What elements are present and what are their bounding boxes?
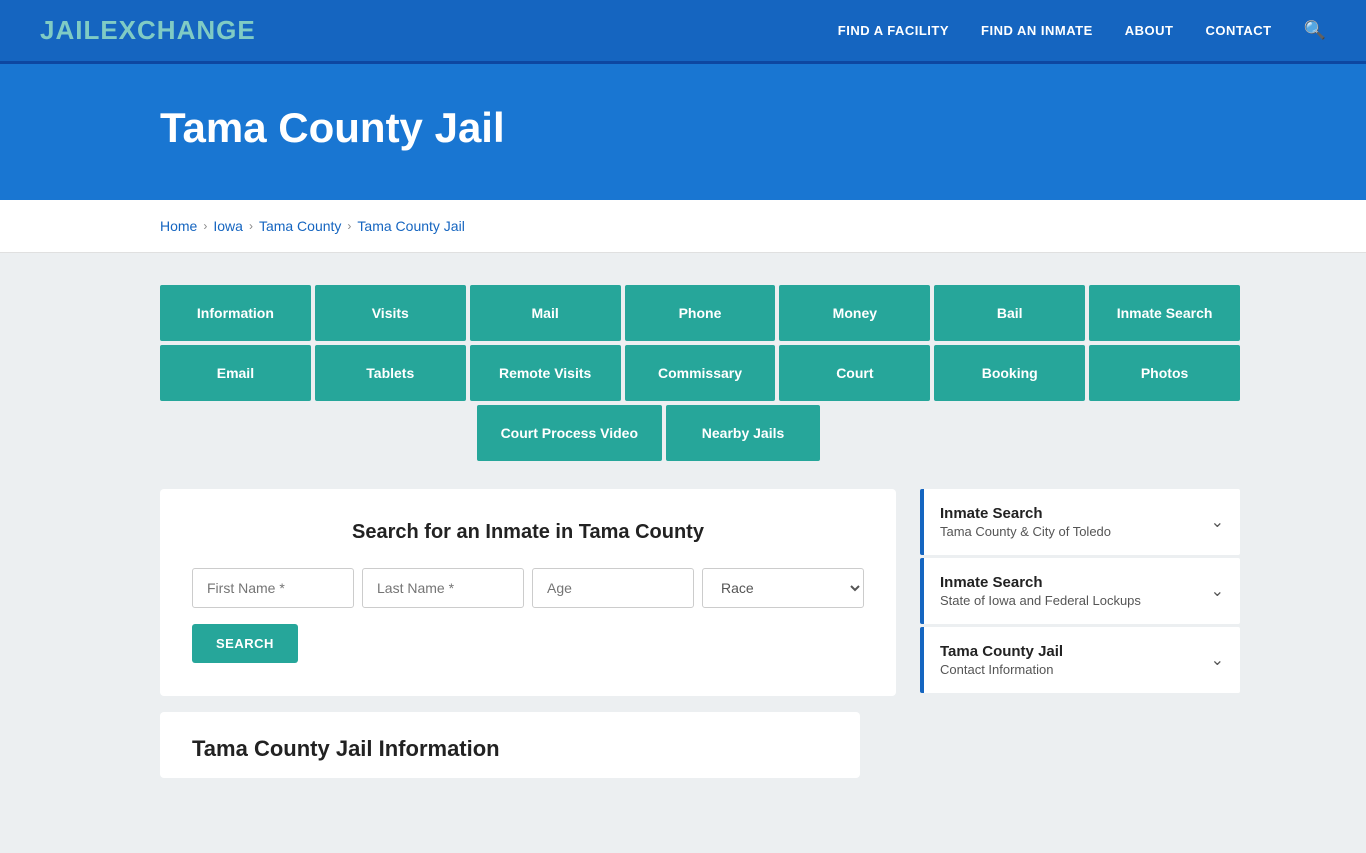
btn-nearby-jails[interactable]: Nearby Jails bbox=[666, 405, 820, 461]
bottom-section-title: Tama County Jail Information bbox=[192, 736, 828, 762]
page-title: Tama County Jail bbox=[160, 104, 1326, 152]
chevron-down-icon-2: ⌄ bbox=[1211, 581, 1224, 601]
button-grid-row2: Email Tablets Remote Visits Commissary C… bbox=[160, 345, 1240, 401]
sidebar-inmate-search-tama[interactable]: Inmate Search Tama County & City of Tole… bbox=[920, 489, 1240, 555]
sidebar-sub-3: Contact Information bbox=[940, 662, 1063, 677]
breadcrumb-tama-county[interactable]: Tama County bbox=[259, 218, 341, 234]
btn-booking[interactable]: Booking bbox=[934, 345, 1085, 401]
nav-find-inmate[interactable]: FIND AN INMATE bbox=[981, 23, 1093, 38]
chevron-icon-2: › bbox=[249, 219, 253, 233]
sidebar-title-3: Tama County Jail bbox=[940, 643, 1063, 660]
nav-contact[interactable]: CONTACT bbox=[1205, 23, 1271, 38]
btn-information[interactable]: Information bbox=[160, 285, 311, 341]
header: JAILEXCHANGE FIND A FACILITY FIND AN INM… bbox=[0, 0, 1366, 64]
hero-section: Tama County Jail bbox=[0, 64, 1366, 200]
chevron-icon-3: › bbox=[347, 219, 351, 233]
button-grid-row1: Information Visits Mail Phone Money Bail… bbox=[160, 285, 1240, 341]
btn-court[interactable]: Court bbox=[779, 345, 930, 401]
btn-mail[interactable]: Mail bbox=[470, 285, 621, 341]
breadcrumb-tama-county-jail[interactable]: Tama County Jail bbox=[357, 218, 464, 234]
nav-find-facility[interactable]: FIND A FACILITY bbox=[838, 23, 949, 38]
first-name-input[interactable] bbox=[192, 568, 354, 608]
btn-bail[interactable]: Bail bbox=[934, 285, 1085, 341]
chevron-icon-1: › bbox=[203, 219, 207, 233]
chevron-down-icon-3: ⌄ bbox=[1211, 650, 1224, 670]
sidebar: Inmate Search Tama County & City of Tole… bbox=[920, 489, 1240, 696]
btn-phone[interactable]: Phone bbox=[625, 285, 776, 341]
btn-visits[interactable]: Visits bbox=[315, 285, 466, 341]
search-fields: Race White Black Hispanic Asian Native A… bbox=[192, 568, 864, 608]
search-box: Search for an Inmate in Tama County Race… bbox=[160, 489, 896, 696]
sidebar-inmate-search-iowa[interactable]: Inmate Search State of Iowa and Federal … bbox=[920, 558, 1240, 624]
search-button[interactable]: SEARCH bbox=[192, 624, 298, 663]
age-input[interactable] bbox=[532, 568, 694, 608]
sidebar-sub-2: State of Iowa and Federal Lockups bbox=[940, 593, 1141, 608]
last-name-input[interactable] bbox=[362, 568, 524, 608]
breadcrumb-bar: Home › Iowa › Tama County › Tama County … bbox=[0, 200, 1366, 253]
logo-jail: JAIL bbox=[40, 15, 100, 45]
btn-money[interactable]: Money bbox=[779, 285, 930, 341]
breadcrumb-iowa[interactable]: Iowa bbox=[213, 218, 243, 234]
breadcrumb: Home › Iowa › Tama County › Tama County … bbox=[160, 218, 1326, 234]
search-title: Search for an Inmate in Tama County bbox=[192, 521, 864, 544]
logo-exchange: EXCHANGE bbox=[100, 15, 255, 45]
lower-section: Search for an Inmate in Tama County Race… bbox=[160, 489, 1240, 696]
button-grid-row3: Court Process Video Nearby Jails bbox=[160, 405, 1326, 461]
search-icon[interactable]: 🔍 bbox=[1304, 20, 1326, 41]
btn-court-process-video[interactable]: Court Process Video bbox=[477, 405, 662, 461]
main-content: Information Visits Mail Phone Money Bail… bbox=[0, 253, 1366, 853]
race-select[interactable]: Race White Black Hispanic Asian Native A… bbox=[702, 568, 864, 608]
nav-about[interactable]: ABOUT bbox=[1125, 23, 1174, 38]
sidebar-title-1: Inmate Search bbox=[940, 505, 1111, 522]
logo[interactable]: JAILEXCHANGE bbox=[40, 15, 256, 46]
btn-email[interactable]: Email bbox=[160, 345, 311, 401]
main-nav: FIND A FACILITY FIND AN INMATE ABOUT CON… bbox=[838, 20, 1326, 41]
btn-photos[interactable]: Photos bbox=[1089, 345, 1240, 401]
btn-inmate-search[interactable]: Inmate Search bbox=[1089, 285, 1240, 341]
bottom-section: Tama County Jail Information bbox=[160, 712, 860, 778]
sidebar-sub-1: Tama County & City of Toledo bbox=[940, 524, 1111, 539]
breadcrumb-home[interactable]: Home bbox=[160, 218, 197, 234]
chevron-down-icon-1: ⌄ bbox=[1211, 512, 1224, 532]
sidebar-contact-info[interactable]: Tama County Jail Contact Information ⌄ bbox=[920, 627, 1240, 693]
btn-commissary[interactable]: Commissary bbox=[625, 345, 776, 401]
btn-remote-visits[interactable]: Remote Visits bbox=[470, 345, 621, 401]
sidebar-title-2: Inmate Search bbox=[940, 574, 1141, 591]
btn-tablets[interactable]: Tablets bbox=[315, 345, 466, 401]
